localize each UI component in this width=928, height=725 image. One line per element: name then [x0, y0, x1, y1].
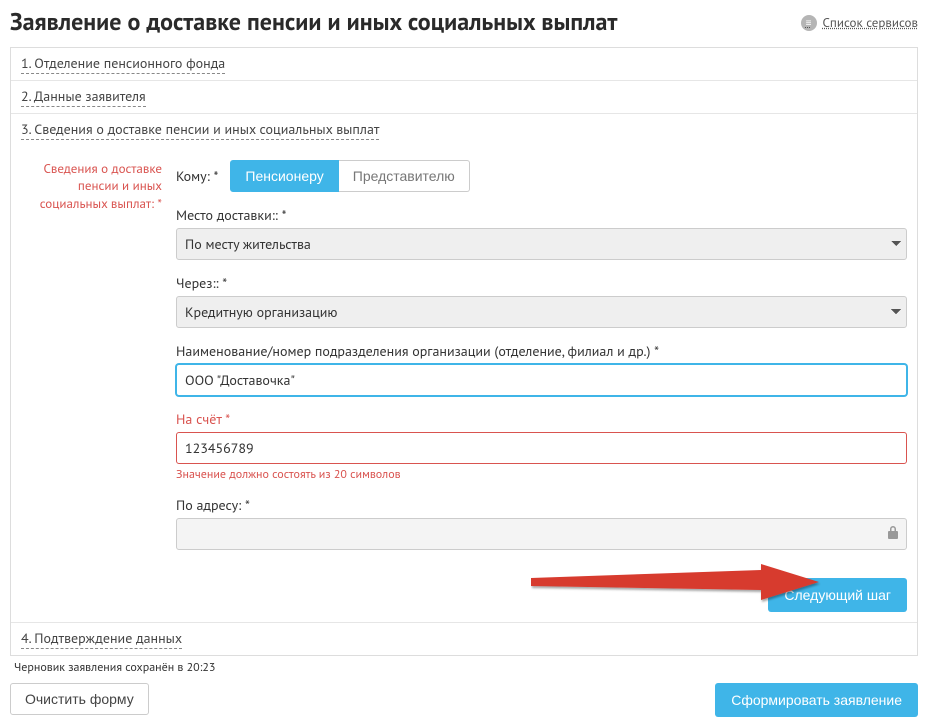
page-title: Заявление о доставке пенсии и иных социа…: [10, 8, 617, 37]
account-label: На счёт *: [176, 410, 907, 428]
step-2-title: 2. Данные заявителя: [21, 87, 146, 107]
org-label: Наименование/номер подразделения организ…: [176, 342, 907, 360]
who-label: Кому: *: [176, 167, 218, 185]
delivery-place-label: Место доставки:: *: [176, 206, 907, 224]
step-4-header[interactable]: 4. Подтверждение данных: [11, 622, 917, 655]
lock-icon: [887, 525, 899, 543]
service-list-link[interactable]: ≡ Список сервисов: [801, 14, 919, 31]
service-list-label: Список сервисов: [823, 14, 919, 31]
who-representative-button[interactable]: Представителю: [339, 160, 470, 192]
draft-saved-note: Черновик заявления сохранён в 20:23: [14, 660, 918, 675]
step-3-title: 3. Сведения о доставке пенсии и иных соц…: [21, 120, 379, 140]
step-2-header[interactable]: 2. Данные заявителя: [11, 80, 917, 113]
via-select[interactable]: Кредитную организацию: [176, 296, 907, 328]
delivery-place-select[interactable]: По месту жительства: [176, 228, 907, 260]
via-label: Через:: *: [176, 274, 907, 292]
account-input[interactable]: [176, 432, 907, 464]
step-1-header[interactable]: 1. Отделение пенсионного фонда: [11, 48, 917, 80]
account-error-text: Значение должно состоять из 20 символов: [176, 467, 907, 482]
wizard-panel: 1. Отделение пенсионного фонда 2. Данные…: [10, 47, 918, 656]
list-icon: ≡: [801, 15, 817, 31]
org-input[interactable]: [176, 364, 907, 396]
step-4-title: 4. Подтверждение данных: [21, 629, 182, 649]
address-input: [176, 518, 907, 550]
address-label: По адресу: *: [176, 496, 907, 514]
next-step-button[interactable]: Следующий шаг: [768, 578, 907, 612]
submit-button[interactable]: Сформировать заявление: [715, 683, 918, 717]
step-3-body: Сведения о доставке пенсии и иных социал…: [11, 146, 917, 572]
next-step-row: Следующий шаг: [11, 572, 917, 622]
who-pensioner-button[interactable]: Пенсионеру: [230, 160, 338, 192]
clear-form-button[interactable]: Очистить форму: [10, 683, 149, 715]
step-1-title: 1. Отделение пенсионного фонда: [21, 54, 225, 74]
section-side-label: Сведения о доставке пенсии и иных социал…: [21, 160, 176, 564]
who-toggle-group: Пенсионеру Представителю: [230, 160, 469, 192]
step-3-header[interactable]: 3. Сведения о доставке пенсии и иных соц…: [11, 113, 917, 146]
